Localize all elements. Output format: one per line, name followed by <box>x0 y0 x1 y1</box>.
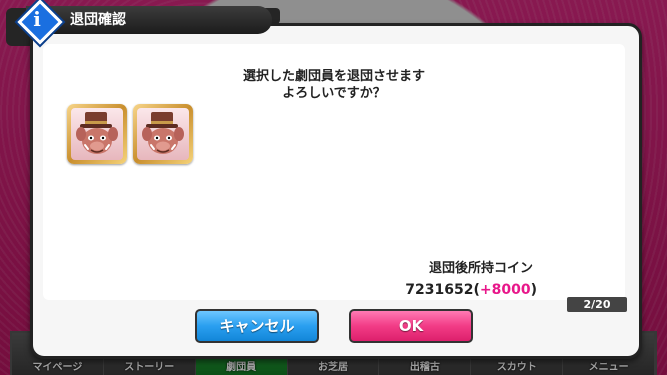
coin-value: 7231652(+8000) <box>405 282 537 298</box>
page-indicator: 2/20 <box>567 297 627 312</box>
troupe-member-card <box>133 104 193 164</box>
coin-bonus: +8000 <box>479 282 531 298</box>
ok-button[interactable]: OK <box>349 309 473 343</box>
dialog-content-panel: 選択した劇団員を退団させます よろしいですか？ 退団後所持コイン 7231652… <box>43 44 625 300</box>
confirm-message: 選択した劇団員を退団させます よろしいですか？ <box>43 68 625 102</box>
coin-label: 退団後所持コイン <box>428 261 533 276</box>
cancel-button[interactable]: キャンセル <box>195 309 319 343</box>
message-line: 選択した劇団員を退団させます <box>242 69 425 84</box>
dialog-title: 退団確認 <box>26 6 272 34</box>
info-icon: i <box>17 0 63 45</box>
top-hat-boar-mascot-icon <box>142 112 184 154</box>
confirm-dialog: 選択した劇団員を退団させます よろしいですか？ 退団後所持コイン 7231652… <box>30 23 642 359</box>
message-line: よろしいですか？ <box>282 86 386 101</box>
info-glyph: i <box>33 7 41 31</box>
troupe-member-card <box>67 104 127 164</box>
coin-amount: 7231652 <box>405 282 474 298</box>
coin-paren-close: ) <box>530 282 537 298</box>
top-hat-boar-mascot-icon <box>76 112 118 154</box>
selected-card-list <box>67 104 193 164</box>
